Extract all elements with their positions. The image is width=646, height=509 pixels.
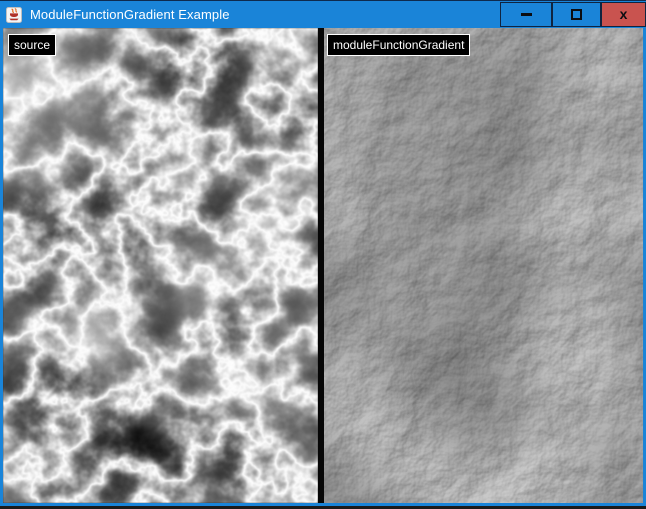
window-controls: x [500, 2, 646, 27]
maximize-button[interactable] [552, 2, 601, 27]
titlebar[interactable]: ModuleFunctionGradient Example x [0, 0, 646, 28]
close-icon: x [620, 7, 628, 21]
maximize-icon [571, 9, 582, 20]
gradient-noise-image [324, 28, 643, 503]
close-button[interactable]: x [601, 2, 646, 27]
source-panel: source [3, 28, 318, 503]
source-label: source [8, 34, 56, 56]
minimize-icon [521, 13, 532, 16]
java-coffee-cup-icon [6, 7, 22, 23]
gradient-panel: moduleFunctionGradient [324, 28, 643, 503]
content-area: source [0, 28, 646, 503]
minimize-button[interactable] [500, 2, 552, 27]
app-window: ModuleFunctionGradient Example x [0, 0, 646, 509]
window-title: ModuleFunctionGradient Example [30, 7, 230, 22]
gradient-label: moduleFunctionGradient [327, 34, 470, 56]
source-noise-image [3, 28, 318, 503]
